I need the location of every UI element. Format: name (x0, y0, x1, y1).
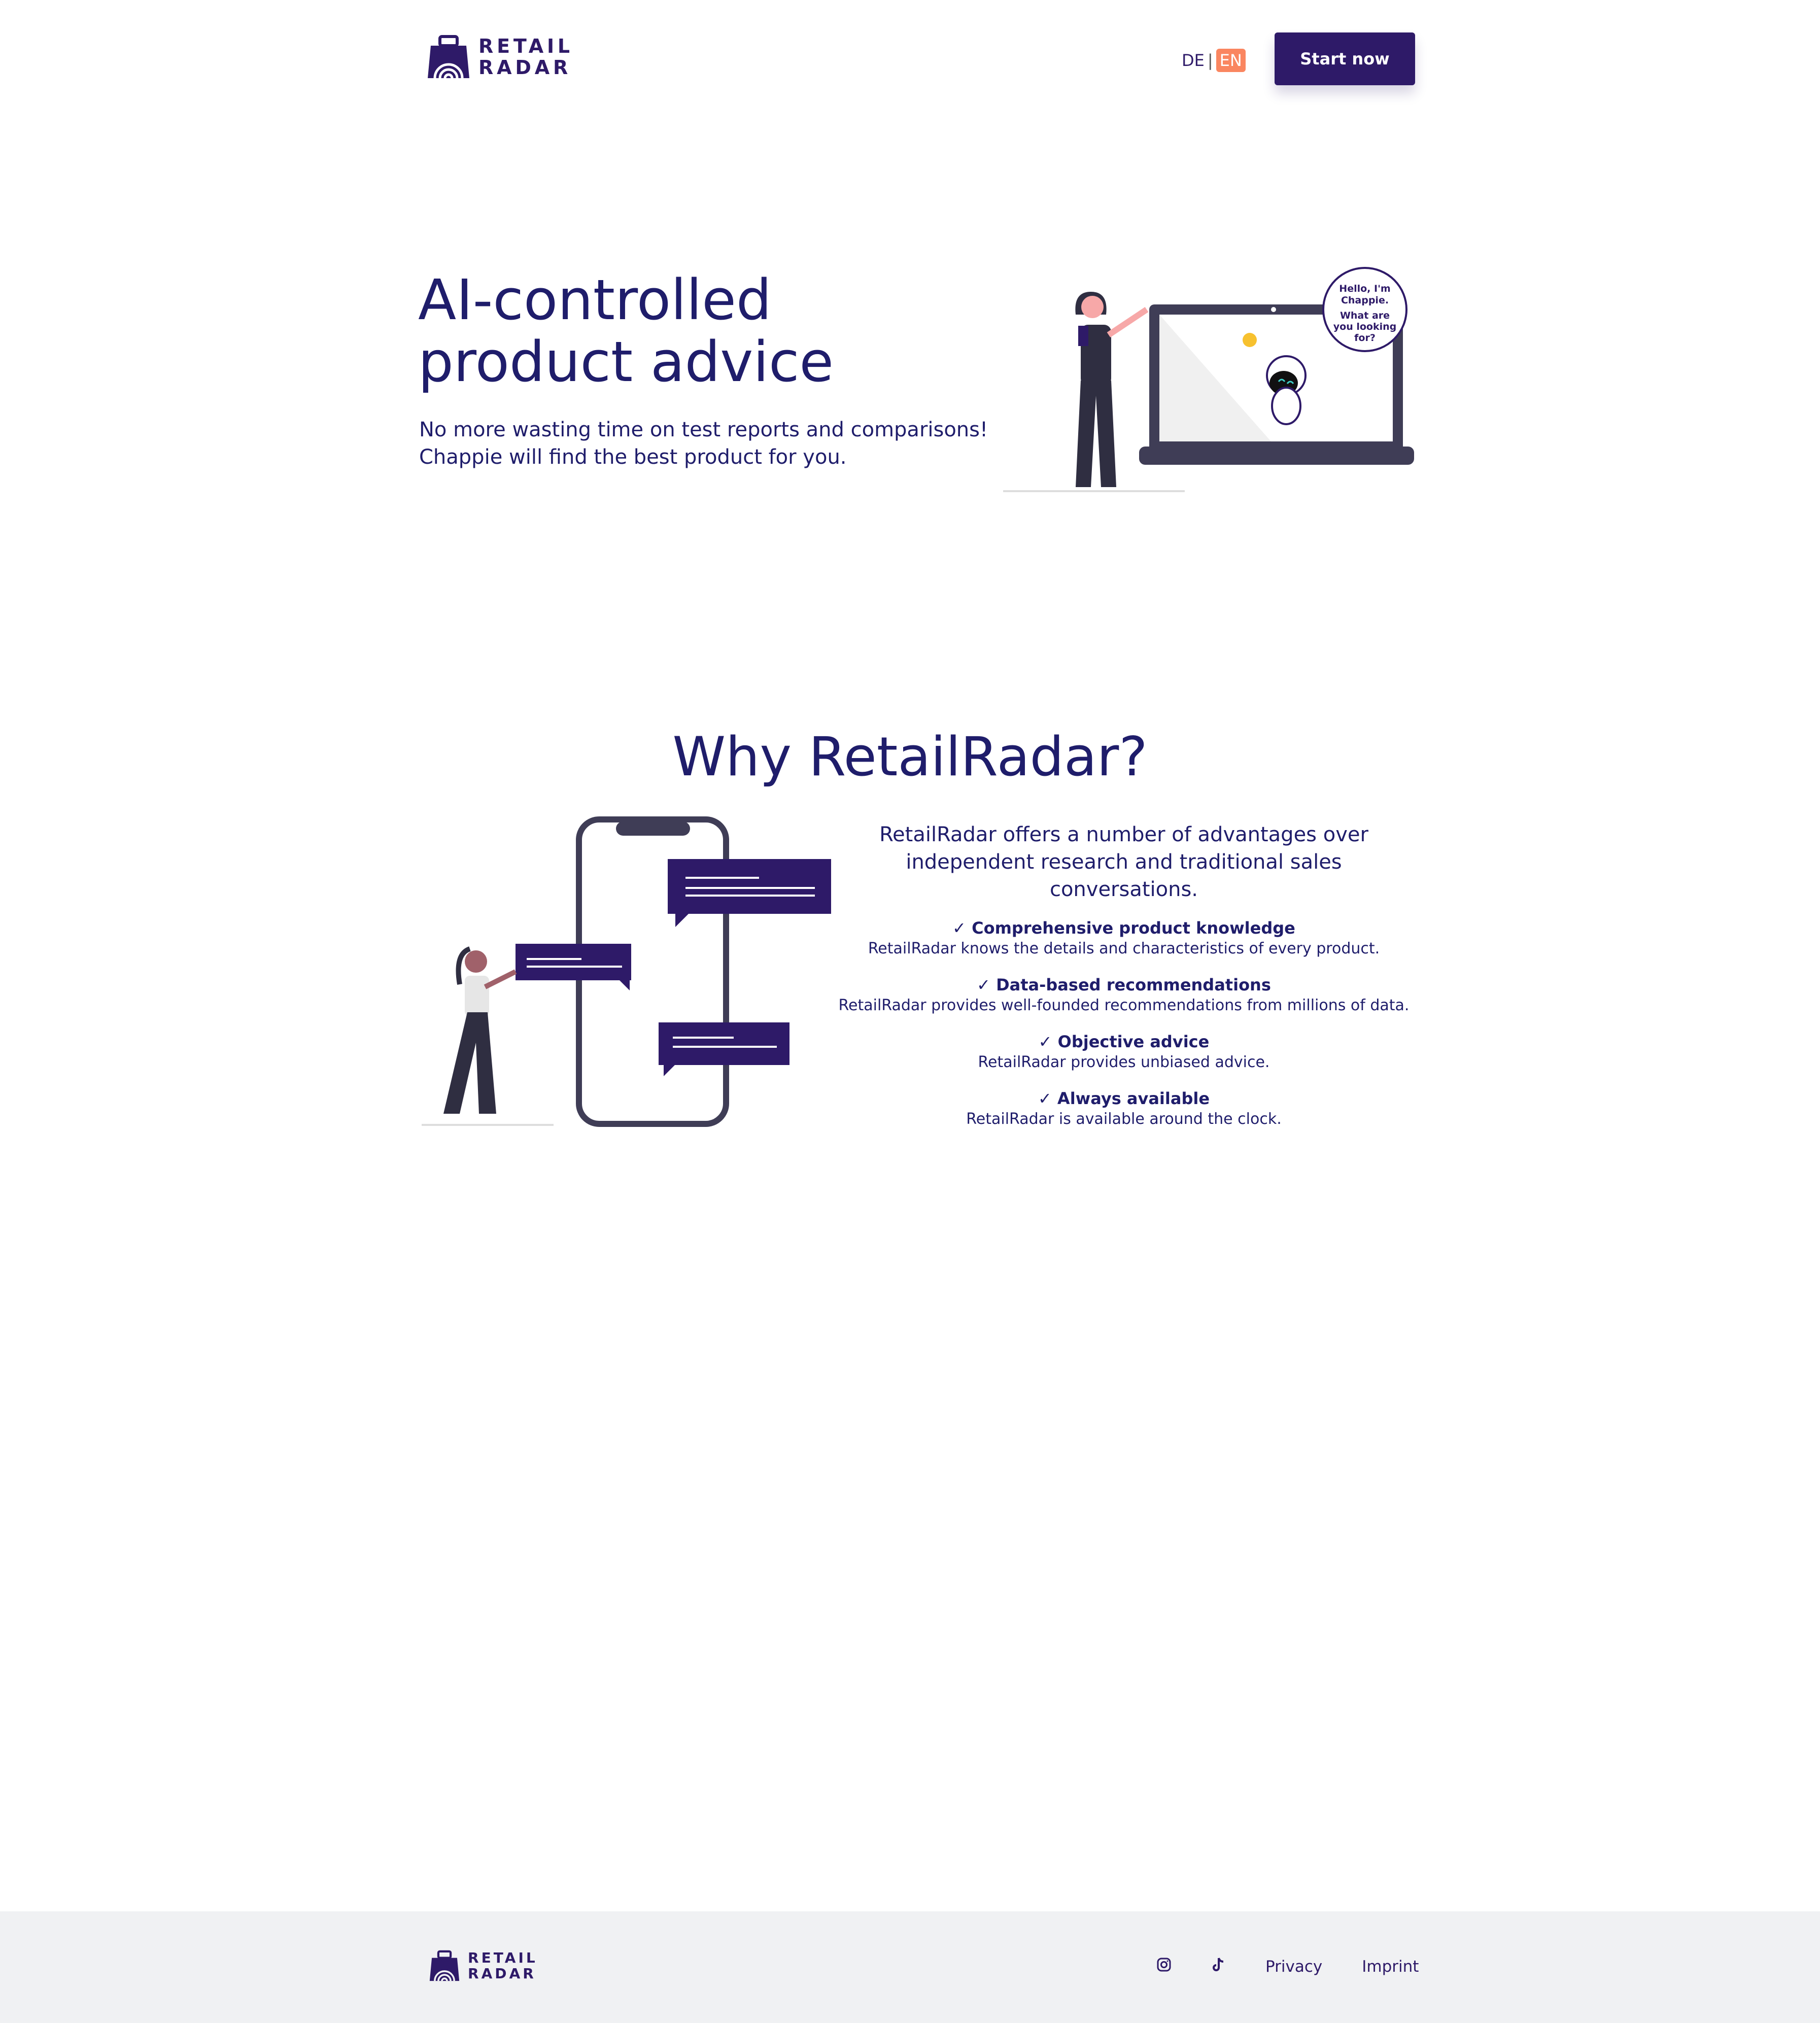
shopping-bag-radar-icon (428, 35, 469, 79)
why-text: RetailRadar offers a number of advantage… (837, 821, 1411, 1145)
feature-item: ✓ Comprehensive product knowledge Retail… (837, 917, 1411, 959)
feature-item: ✓ Always available RetailRadar is availa… (837, 1088, 1411, 1129)
start-now-button[interactable]: Start now (1275, 32, 1415, 85)
language-switcher: DE | EN (1182, 49, 1246, 72)
privacy-link[interactable]: Privacy (1265, 1958, 1322, 1976)
svg-text:you looking: you looking (1333, 321, 1396, 332)
hero-subtitle: No more wasting time on test reports and… (419, 418, 988, 469)
feature-title: ✓ Objective advice (1038, 1032, 1210, 1051)
feature-title: ✓ Comprehensive product knowledge (952, 918, 1295, 938)
lang-en[interactable]: EN (1216, 49, 1246, 72)
logo-line-1: RETAIL (468, 1949, 538, 1967)
chatbot-laptop-illustration: Hello, I'm Chappie. What are you looking… (1003, 267, 1414, 492)
footer-logo-link[interactable]: RETAIL RADAR (428, 1950, 538, 1982)
imprint-link[interactable]: Imprint (1362, 1958, 1419, 1976)
lang-de[interactable]: DE (1182, 51, 1205, 70)
feature-desc: RetailRadar is available around the cloc… (966, 1110, 1282, 1128)
logo-text: RETAIL RADAR (478, 36, 573, 79)
phone-chat-illustration (422, 816, 831, 1127)
feature-title: ✓ Always available (1038, 1089, 1210, 1108)
feature-item: ✓ Objective advice RetailRadar provides … (837, 1031, 1411, 1073)
feature-desc: RetailRadar knows the details and charac… (868, 940, 1380, 957)
instagram-icon (1157, 1958, 1171, 1972)
feature-desc: RetailRadar provides unbiased advice. (978, 1053, 1270, 1071)
footer (0, 1911, 1820, 2023)
feature-item: ✓ Data-based recommendations RetailRadar… (837, 974, 1411, 1016)
instagram-link[interactable] (1157, 1957, 1171, 1976)
footer-logo-text: RETAIL RADAR (468, 1950, 538, 1982)
feature-desc: RetailRadar provides well-founded recomm… (838, 997, 1410, 1014)
svg-text:for?: for? (1354, 332, 1376, 344)
why-intro: RetailRadar offers a number of advantage… (879, 823, 1368, 901)
logo-line-2: RADAR (468, 1965, 536, 1982)
shopping-bag-radar-icon (429, 1950, 460, 1981)
lang-separator: | (1207, 51, 1213, 70)
why-title: Why RetailRadar? (672, 726, 1148, 788)
tiktok-link[interactable] (1212, 1957, 1225, 1976)
logo-line-2: RADAR (478, 56, 572, 79)
footer-links: Privacy Imprint (1157, 1957, 1419, 1976)
logo-link[interactable]: RETAIL RADAR (426, 35, 573, 80)
feature-title: ✓ Data-based recommendations (977, 975, 1271, 995)
tiktok-icon (1213, 1958, 1224, 1971)
svg-text:Hello, I'm: Hello, I'm (1339, 283, 1390, 294)
svg-text:Chappie.: Chappie. (1341, 295, 1389, 306)
svg-text:What are: What are (1340, 310, 1390, 321)
hero-title: AI-controlled product advice (418, 267, 834, 394)
logo-line-1: RETAIL (478, 35, 573, 58)
